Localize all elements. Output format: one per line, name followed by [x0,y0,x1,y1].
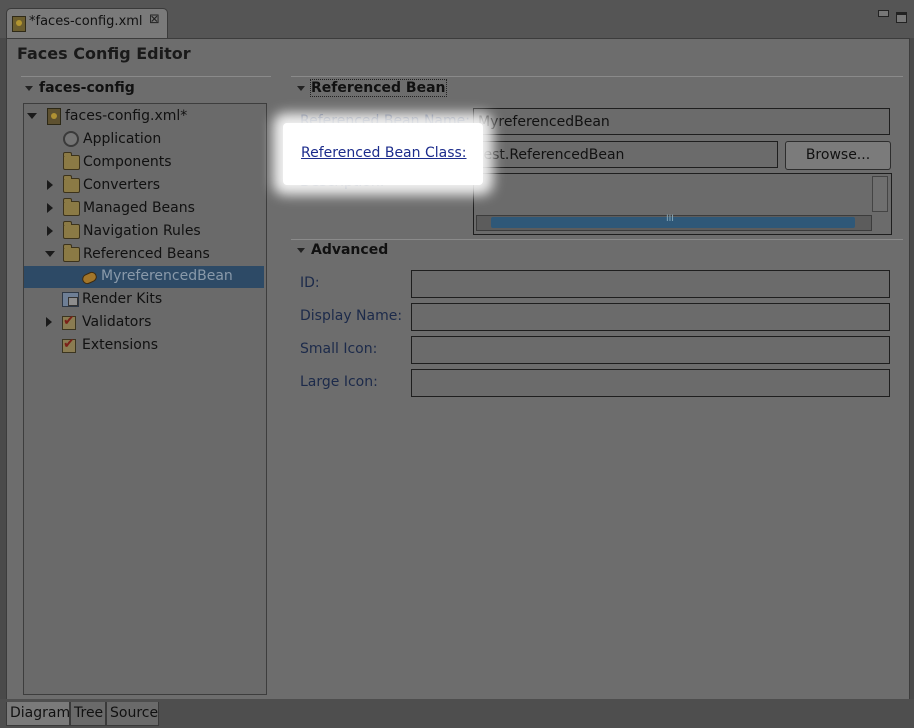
expanded-arrow-icon [27,113,37,119]
display-name-label: Display Name: [300,308,403,324]
bean-icon [80,270,99,286]
editor-tab-bar: *faces-config.xml ⊠ [0,0,914,39]
id-label: ID: [300,275,320,291]
horizontal-scroll-thumb[interactable]: III [491,214,855,228]
editor-title: Faces Config Editor [17,44,191,63]
folder-icon [63,244,80,262]
collapse-icon [297,247,305,253]
referenced-bean-class-link[interactable]: Referenced Bean Class: [301,145,467,161]
referenced-bean-divider [291,76,903,77]
tree-item-managed-beans[interactable]: Managed Beans [24,197,264,219]
check-icon: ✔ [62,310,77,330]
collapse-icon [25,85,33,91]
tree-item-label: Managed Beans [83,200,195,216]
small-icon-label: Small Icon: [300,341,378,357]
tab-tree[interactable]: Tree [70,702,106,726]
tree-item-extensions[interactable]: ✔ Extensions [23,334,263,356]
editor-tab-title: *faces-config.xml [29,14,143,29]
referenced-bean-section-title: Referenced Bean [310,79,447,97]
tree-item-render-kits[interactable]: Render Kits [23,288,263,310]
render-kit-icon [62,292,79,307]
folder-icon [63,198,80,216]
tree-item-label: Referenced Beans [83,246,210,262]
check-icon: ✔ [62,333,77,353]
tree-item-label: Render Kits [82,291,163,307]
tree-item-label: Validators [82,314,152,330]
folder-icon [63,152,80,170]
faces-config-section-title: faces-config [39,80,135,96]
referenced-bean-section-header[interactable]: Referenced Bean [297,79,447,97]
tree-item-myreferencedbean[interactable]: MyreferencedBean [24,266,264,288]
advanced-section-header[interactable]: Advanced [297,242,388,258]
id-input[interactable] [411,270,890,298]
expand-arrow-icon[interactable] [47,226,53,236]
tree-item-components[interactable]: Components [24,151,264,173]
tree-item-application[interactable]: Application [24,128,264,150]
tree-item-root[interactable]: faces-config.xml* [24,105,264,127]
advanced-section-title: Advanced [311,242,389,258]
expand-arrow-icon[interactable] [47,180,53,190]
xml-file-icon [47,108,61,125]
tree-item-label: Application [83,131,162,147]
description-textarea[interactable]: III [473,173,892,235]
tree-item-label: Extensions [82,337,159,353]
left-section-divider [21,76,271,77]
folder-icon [63,175,80,193]
tree-item-converters[interactable]: Converters [24,174,264,196]
editor-page-tabs: Diagram Tree Source [0,699,914,728]
xml-file-icon [12,16,26,32]
folder-icon [63,221,80,239]
minimize-icon[interactable] [878,10,889,17]
small-icon-input[interactable] [411,336,890,364]
vertical-scrollbar[interactable] [872,176,888,212]
tree-item-label: Converters [83,177,161,193]
tree-item-label: faces-config.xml* [65,108,188,124]
tree-item-label: MyreferencedBean [101,268,233,284]
expand-arrow-icon[interactable] [46,317,52,327]
advanced-divider [291,239,903,240]
referenced-bean-name-input[interactable]: MyreferencedBean [473,108,890,135]
horizontal-scrollbar[interactable]: III [476,214,872,231]
tree-item-navigation-rules[interactable]: Navigation Rules [24,220,264,242]
tree-item-label: Components [83,154,172,170]
referenced-bean-class-input[interactable]: test.ReferencedBean [473,141,778,168]
gear-icon [63,131,79,147]
close-icon[interactable]: ⊠ [149,12,160,27]
browse-button[interactable]: Browse... [785,141,891,170]
tab-source[interactable]: Source [106,702,159,726]
tab-diagram[interactable]: Diagram [6,702,70,726]
display-name-input[interactable] [411,303,890,331]
tree-item-label: Navigation Rules [83,223,201,239]
tree-item-referenced-beans[interactable]: Referenced Beans [24,243,264,265]
maximize-icon[interactable] [896,12,907,23]
scroll-grip: III [666,214,674,224]
editor-tab-faces-config[interactable]: *faces-config.xml ⊠ [6,8,168,39]
collapse-icon [297,85,305,91]
faces-config-section-header[interactable]: faces-config [25,80,135,96]
large-icon-input[interactable] [411,369,890,397]
expanded-arrow-icon[interactable] [45,251,55,257]
large-icon-label: Large Icon: [300,374,378,390]
expand-arrow-icon[interactable] [47,203,53,213]
tree-item-validators[interactable]: ✔ Validators [23,311,263,333]
faces-config-tree[interactable]: faces-config.xml* Application Components… [23,103,267,695]
